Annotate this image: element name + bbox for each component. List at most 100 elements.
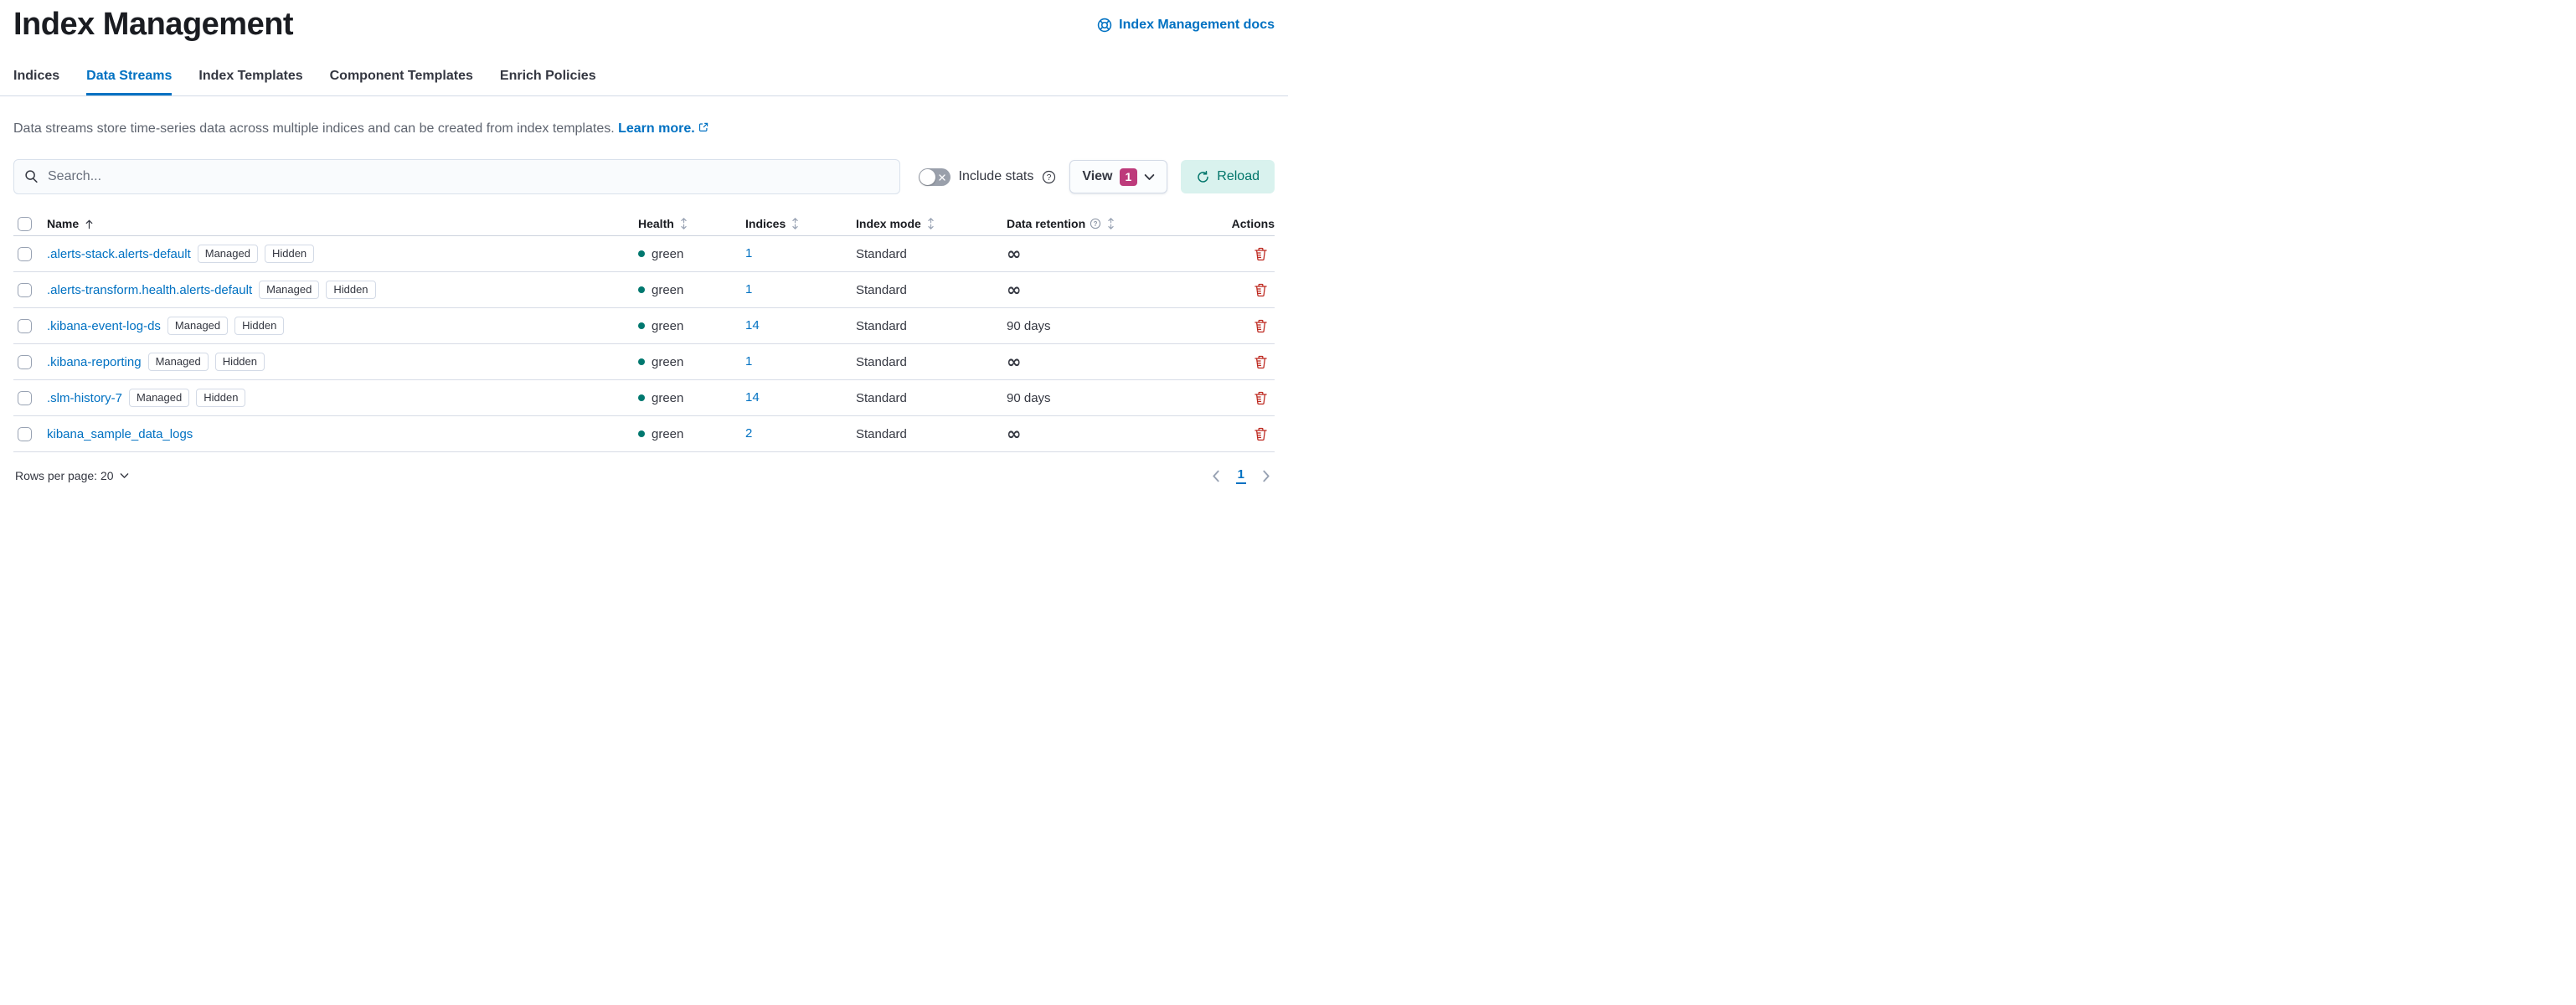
sortable-icon: [678, 217, 689, 230]
badge-hidden: Hidden: [214, 353, 265, 371]
page-title: Index Management: [13, 7, 294, 42]
row-checkbox[interactable]: [18, 390, 32, 405]
row-checkbox[interactable]: [18, 426, 32, 441]
header-indices[interactable]: Indices: [745, 217, 856, 230]
indices-count-link[interactable]: 1: [745, 246, 752, 260]
health-label: green: [652, 354, 684, 369]
tab-data-streams[interactable]: Data Streams: [86, 69, 173, 95]
include-stats-label: Include stats: [958, 169, 1034, 183]
header-index-mode[interactable]: Index mode: [856, 217, 1007, 230]
svg-text:?: ?: [1047, 173, 1052, 183]
data-retention-cell: ∞: [1007, 244, 1022, 264]
actions-cell: [1191, 281, 1275, 299]
indices-count-link[interactable]: 14: [745, 318, 760, 332]
tab-indices[interactable]: Indices: [13, 69, 59, 95]
page-header: Index Management Index Management docs: [0, 0, 1288, 44]
row-select-cell: [13, 282, 47, 297]
row-checkbox[interactable]: [18, 354, 32, 369]
badge-hidden: Hidden: [264, 245, 315, 263]
indices-cell: 1: [745, 282, 856, 297]
table-row: .kibana-reporting Managed Hidden green 1 …: [13, 344, 1275, 380]
actions-cell: [1191, 245, 1275, 263]
svg-text:?: ?: [1094, 220, 1098, 228]
header-health[interactable]: Health: [638, 217, 745, 230]
chevron-down-icon: [1144, 173, 1155, 181]
page-number-1[interactable]: 1: [1235, 467, 1246, 484]
row-select-cell: [13, 390, 47, 405]
row-checkbox[interactable]: [18, 282, 32, 297]
health-cell: green: [638, 247, 745, 261]
data-stream-name-link[interactable]: .slm-history-7: [47, 391, 122, 405]
description: Data streams store time-series data acro…: [0, 120, 1288, 138]
data-stream-name-link[interactable]: .alerts-stack.alerts-default: [47, 247, 191, 261]
delete-trash-icon[interactable]: [1252, 281, 1270, 299]
reload-button[interactable]: Reload: [1181, 160, 1275, 193]
badge-group: Managed Hidden: [167, 317, 285, 335]
badge-group: Managed Hidden: [259, 281, 376, 299]
indices-count-link[interactable]: 2: [745, 426, 752, 441]
tab-component-templates[interactable]: Component Templates: [330, 69, 473, 95]
health-dot-icon: [638, 322, 645, 329]
delete-trash-icon[interactable]: [1252, 245, 1270, 263]
data-stream-name-link[interactable]: .kibana-reporting: [47, 355, 142, 369]
health-dot-icon: [638, 430, 645, 437]
badge-group: Managed Hidden: [129, 389, 246, 407]
badge-managed: Managed: [197, 245, 258, 263]
reload-button-label: Reload: [1217, 169, 1260, 183]
row-checkbox[interactable]: [18, 246, 32, 261]
next-page-icon[interactable]: [1260, 467, 1273, 485]
data-retention-cell: ∞: [1007, 280, 1022, 300]
tab-index-templates[interactable]: Index Templates: [198, 69, 302, 95]
badge-managed: Managed: [259, 281, 320, 299]
delete-trash-icon[interactable]: [1252, 389, 1270, 407]
delete-trash-icon[interactable]: [1252, 353, 1270, 371]
data-stream-name-link[interactable]: kibana_sample_data_logs: [47, 427, 193, 441]
data-retention-cell: 90 days: [1007, 390, 1051, 405]
docs-link[interactable]: Index Management docs: [1097, 18, 1275, 33]
health-cell: green: [638, 427, 745, 441]
row-checkbox[interactable]: [18, 318, 32, 333]
indices-count-link[interactable]: 1: [745, 282, 752, 296]
health-cell: green: [638, 391, 745, 405]
name-cell: kibana_sample_data_logs: [47, 427, 638, 441]
delete-trash-icon[interactable]: [1252, 317, 1270, 335]
search-input[interactable]: [13, 159, 900, 194]
include-stats-help-icon[interactable]: ?: [1042, 170, 1056, 184]
previous-page-icon[interactable]: [1209, 467, 1223, 485]
name-cell: .slm-history-7 Managed Hidden: [47, 389, 638, 407]
health-cell: green: [638, 319, 745, 333]
row-select-cell: [13, 246, 47, 261]
health-label: green: [652, 390, 684, 405]
include-stats-toggle[interactable]: [918, 168, 951, 186]
view-count-badge: 1: [1119, 168, 1138, 186]
data-stream-name-link[interactable]: .kibana-event-log-ds: [47, 319, 161, 333]
header-name[interactable]: Name: [47, 217, 638, 230]
table-body: .alerts-stack.alerts-default Managed Hidd…: [13, 236, 1275, 452]
badge-group: Managed Hidden: [197, 245, 315, 263]
delete-trash-icon[interactable]: [1252, 425, 1270, 443]
table-header-row: Name Health Indices Index mode Data rete…: [13, 212, 1275, 236]
header-actions: Actions: [1191, 217, 1275, 230]
indices-count-link[interactable]: 1: [745, 354, 752, 368]
index-management-page: Index Management Index Management docs I…: [0, 0, 1288, 502]
tab-enrich-policies[interactable]: Enrich Policies: [500, 69, 596, 95]
indices-count-link[interactable]: 14: [745, 390, 760, 405]
view-button[interactable]: View 1: [1069, 160, 1168, 193]
table-row: .alerts-transform.health.alerts-default …: [13, 272, 1275, 308]
select-all-checkbox[interactable]: [18, 216, 32, 231]
description-text: Data streams store time-series data acro…: [13, 121, 615, 136]
rows-per-page-button[interactable]: Rows per page: 20: [13, 466, 131, 486]
actions-cell: [1191, 425, 1275, 443]
learn-more-link[interactable]: Learn more.: [618, 121, 709, 136]
header-actions-label: Actions: [1231, 217, 1275, 230]
health-label: green: [652, 246, 684, 261]
toggle-thumb: [919, 168, 935, 185]
search-wrap: [13, 159, 900, 194]
question-circle-icon: ?: [1090, 218, 1101, 229]
table-row: kibana_sample_data_logs green 2 Standard…: [13, 416, 1275, 452]
name-cell: .kibana-event-log-ds Managed Hidden: [47, 317, 638, 335]
include-stats-group: Include stats ?: [914, 168, 1057, 186]
sortable-icon: [925, 217, 936, 230]
data-stream-name-link[interactable]: .alerts-transform.health.alerts-default: [47, 283, 252, 297]
header-data-retention[interactable]: Data retention ?: [1007, 217, 1191, 230]
